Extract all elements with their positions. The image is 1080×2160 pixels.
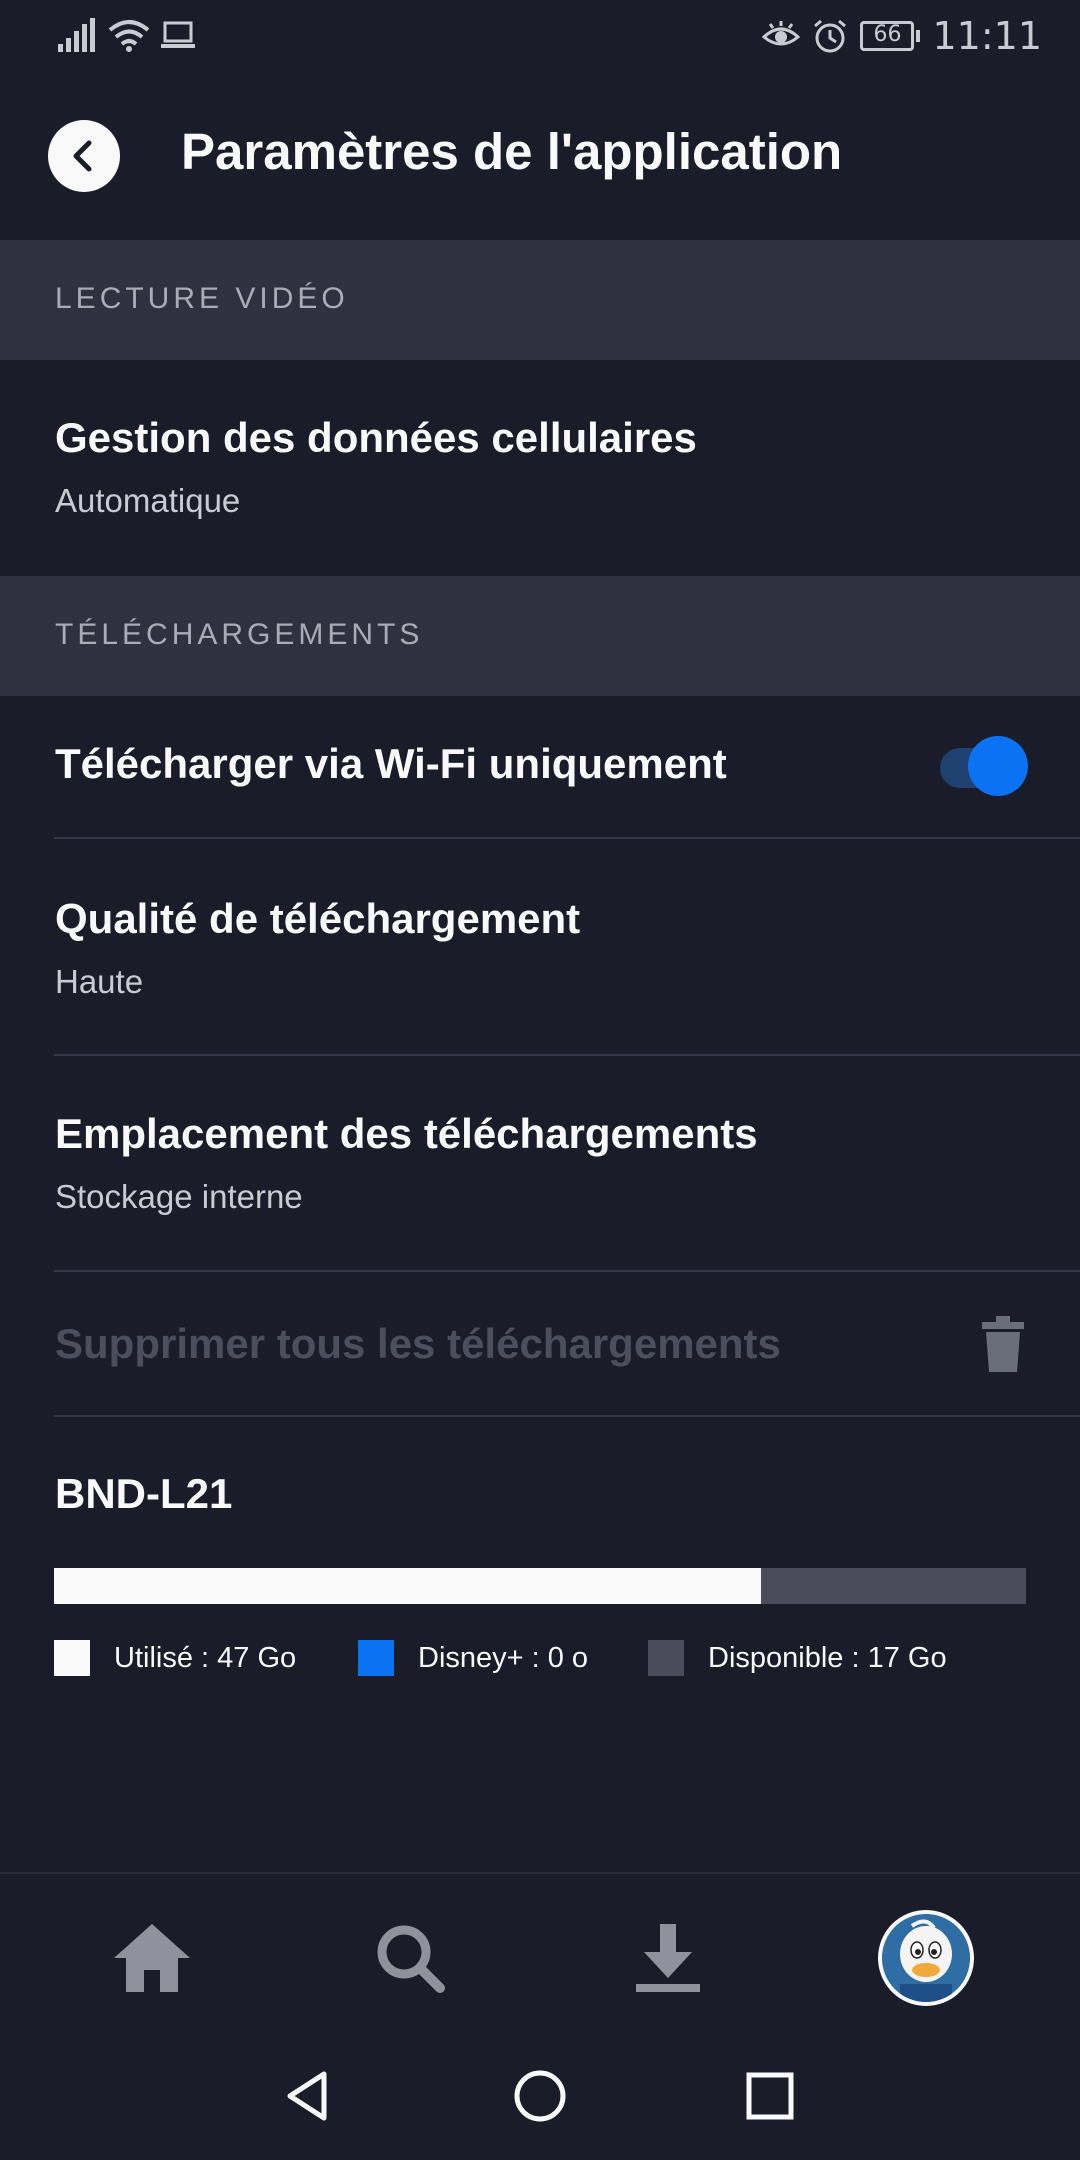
legend-swatch-disney bbox=[358, 1640, 394, 1676]
storage-bar bbox=[54, 1568, 1026, 1604]
app-header: Paramètres de l'application bbox=[0, 76, 1080, 240]
home-icon bbox=[114, 1924, 190, 1992]
section-header-label: LECTURE VIDÉO bbox=[55, 282, 349, 315]
setting-value: Automatique bbox=[55, 482, 241, 519]
legend-available: Disponible : 17 Go bbox=[648, 1640, 947, 1676]
home-circle-icon bbox=[514, 2070, 566, 2122]
system-nav bbox=[0, 2036, 1080, 2160]
storage-used-fill bbox=[54, 1568, 761, 1604]
status-right-icons: 66 11:11 bbox=[762, 14, 1042, 58]
status-bar: 66 11:11 bbox=[0, 0, 1080, 76]
status-left-icons bbox=[58, 18, 196, 52]
nav-downloads[interactable] bbox=[620, 1910, 716, 2006]
page-title: Paramètres de l'application bbox=[181, 123, 843, 180]
setting-title: Gestion des données cellulaires bbox=[55, 414, 697, 461]
bottom-nav bbox=[0, 1872, 1080, 2036]
laptop-icon bbox=[161, 21, 195, 48]
section-header-playback: LECTURE VIDÉO bbox=[0, 240, 1080, 360]
legend-swatch-available bbox=[648, 1640, 684, 1676]
eye-icon bbox=[762, 21, 801, 46]
battery-level: 66 bbox=[873, 22, 902, 47]
wifi-icon bbox=[108, 20, 150, 52]
setting-wifi-only[interactable]: Télécharger via Wi-Fi uniquement bbox=[0, 696, 1080, 838]
battery-icon: 66 bbox=[860, 21, 921, 51]
nav-profile[interactable] bbox=[878, 1910, 974, 2006]
device-name: BND-L21 bbox=[55, 1470, 233, 1517]
system-home-button[interactable] bbox=[508, 2064, 572, 2128]
legend-label-disney: Disney+ : 0 o bbox=[418, 1641, 589, 1674]
nav-search[interactable] bbox=[362, 1910, 458, 2006]
search-icon bbox=[377, 1925, 445, 1993]
section-header-label: TÉLÉCHARGEMENTS bbox=[55, 618, 424, 651]
setting-title: Télécharger via Wi-Fi uniquement bbox=[55, 740, 727, 787]
profile-avatar bbox=[878, 1910, 974, 2006]
recents-square-icon bbox=[746, 2072, 794, 2120]
status-time: 11:11 bbox=[932, 14, 1042, 58]
wifi-only-toggle[interactable] bbox=[932, 734, 1028, 798]
back-button[interactable] bbox=[48, 120, 120, 192]
download-icon bbox=[636, 1924, 700, 1992]
toggle-knob bbox=[968, 736, 1028, 796]
trash-icon bbox=[982, 1316, 1024, 1372]
legend-label-available: Disponible : 17 Go bbox=[708, 1641, 947, 1674]
back-triangle-icon bbox=[287, 2071, 327, 2121]
setting-value: Haute bbox=[55, 963, 144, 1000]
signal-icon bbox=[58, 18, 95, 52]
nav-home[interactable] bbox=[104, 1910, 200, 2006]
system-recents-button[interactable] bbox=[738, 2064, 802, 2128]
alarm-icon bbox=[814, 19, 847, 53]
setting-download-location[interactable]: Emplacement des téléchargements Stockage… bbox=[0, 1056, 1080, 1270]
divider bbox=[54, 1415, 1080, 1417]
setting-download-quality[interactable]: Qualité de téléchargement Haute bbox=[0, 839, 1080, 1055]
setting-title: Supprimer tous les téléchargements bbox=[55, 1320, 781, 1367]
setting-cellular-data[interactable]: Gestion des données cellulaires Automati… bbox=[0, 360, 1080, 576]
legend-used: Utilisé : 47 Go bbox=[54, 1640, 296, 1676]
section-header-downloads: TÉLÉCHARGEMENTS bbox=[0, 576, 1080, 696]
setting-value: Stockage interne bbox=[55, 1178, 303, 1215]
legend-disney: Disney+ : 0 o bbox=[358, 1640, 588, 1676]
system-back-button[interactable] bbox=[276, 2064, 340, 2128]
setting-title: Emplacement des téléchargements bbox=[55, 1110, 758, 1157]
legend-label-used: Utilisé : 47 Go bbox=[114, 1641, 297, 1674]
chevron-left-icon bbox=[73, 140, 92, 172]
setting-delete-all-downloads[interactable]: Supprimer tous les téléchargements bbox=[0, 1272, 1080, 1416]
legend-swatch-used bbox=[54, 1640, 90, 1676]
setting-title: Qualité de téléchargement bbox=[55, 895, 581, 942]
